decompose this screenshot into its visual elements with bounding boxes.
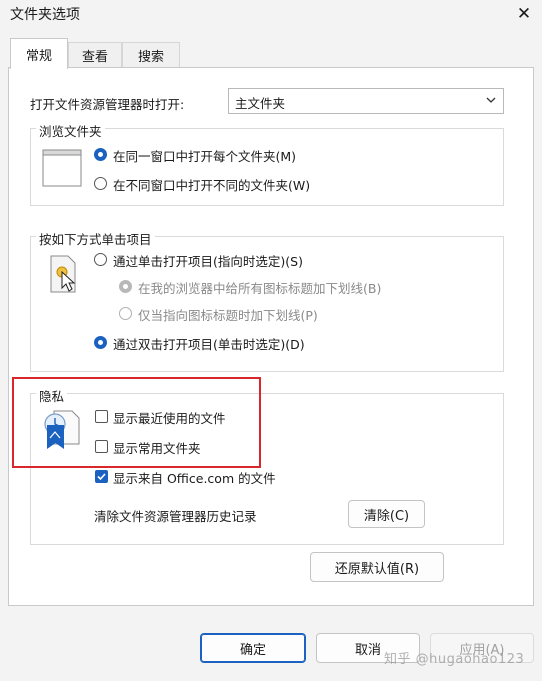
window-title: 文件夹选项 <box>10 7 80 23</box>
check-icon <box>97 473 106 481</box>
close-icon: ✕ <box>516 4 532 24</box>
highlight-box <box>12 377 261 468</box>
radio-same-window[interactable] <box>94 148 107 161</box>
close-button[interactable]: ✕ <box>506 0 542 28</box>
chevron-down-icon <box>485 92 497 111</box>
title-bar: 文件夹选项 ✕ <box>0 0 542 30</box>
checkbox-office-files[interactable] <box>95 470 108 483</box>
window-icon <box>42 149 84 192</box>
restore-defaults-button[interactable]: 还原默认值(R) <box>310 552 444 582</box>
label-underline-always: 在我的浏览器中给所有图标标题加下划线(B) <box>138 281 382 296</box>
tab-view[interactable]: 查看 <box>68 42 122 67</box>
clear-history-label: 清除文件资源管理器历史记录 <box>94 509 257 524</box>
open-explorer-value: 主文件夹 <box>235 96 286 111</box>
radio-new-window[interactable] <box>94 177 107 190</box>
ok-button[interactable]: 确定 <box>200 633 306 663</box>
label-single-click: 通过单击打开项目(指向时选定)(S) <box>113 254 303 269</box>
pointer-click-icon <box>48 254 80 301</box>
clear-button[interactable]: 清除(C) <box>348 500 425 528</box>
open-explorer-label: 打开文件资源管理器时打开: <box>30 97 185 112</box>
label-new-window: 在不同窗口中打开不同的文件夹(W) <box>113 178 311 193</box>
label-same-window: 在同一窗口中打开每个文件夹(M) <box>113 149 297 164</box>
label-double-click: 通过双击打开项目(单击时选定)(D) <box>113 337 305 352</box>
tab-general[interactable]: 常规 <box>10 38 68 69</box>
label-office-files: 显示来自 Office.com 的文件 <box>113 471 276 486</box>
radio-underline-always[interactable] <box>119 280 132 293</box>
radio-underline-hover[interactable] <box>119 307 132 320</box>
click-items-title: 按如下方式单击项目 <box>36 229 155 248</box>
tab-search[interactable]: 搜索 <box>122 42 180 67</box>
radio-double-click[interactable] <box>94 336 107 349</box>
label-underline-hover: 仅当指向图标标题时加下划线(P) <box>138 308 318 323</box>
open-explorer-select[interactable]: 主文件夹 <box>228 88 504 114</box>
radio-single-click[interactable] <box>94 253 107 266</box>
watermark: 知乎 @hugaohao123 <box>384 652 525 667</box>
browse-folders-title: 浏览文件夹 <box>36 121 105 140</box>
